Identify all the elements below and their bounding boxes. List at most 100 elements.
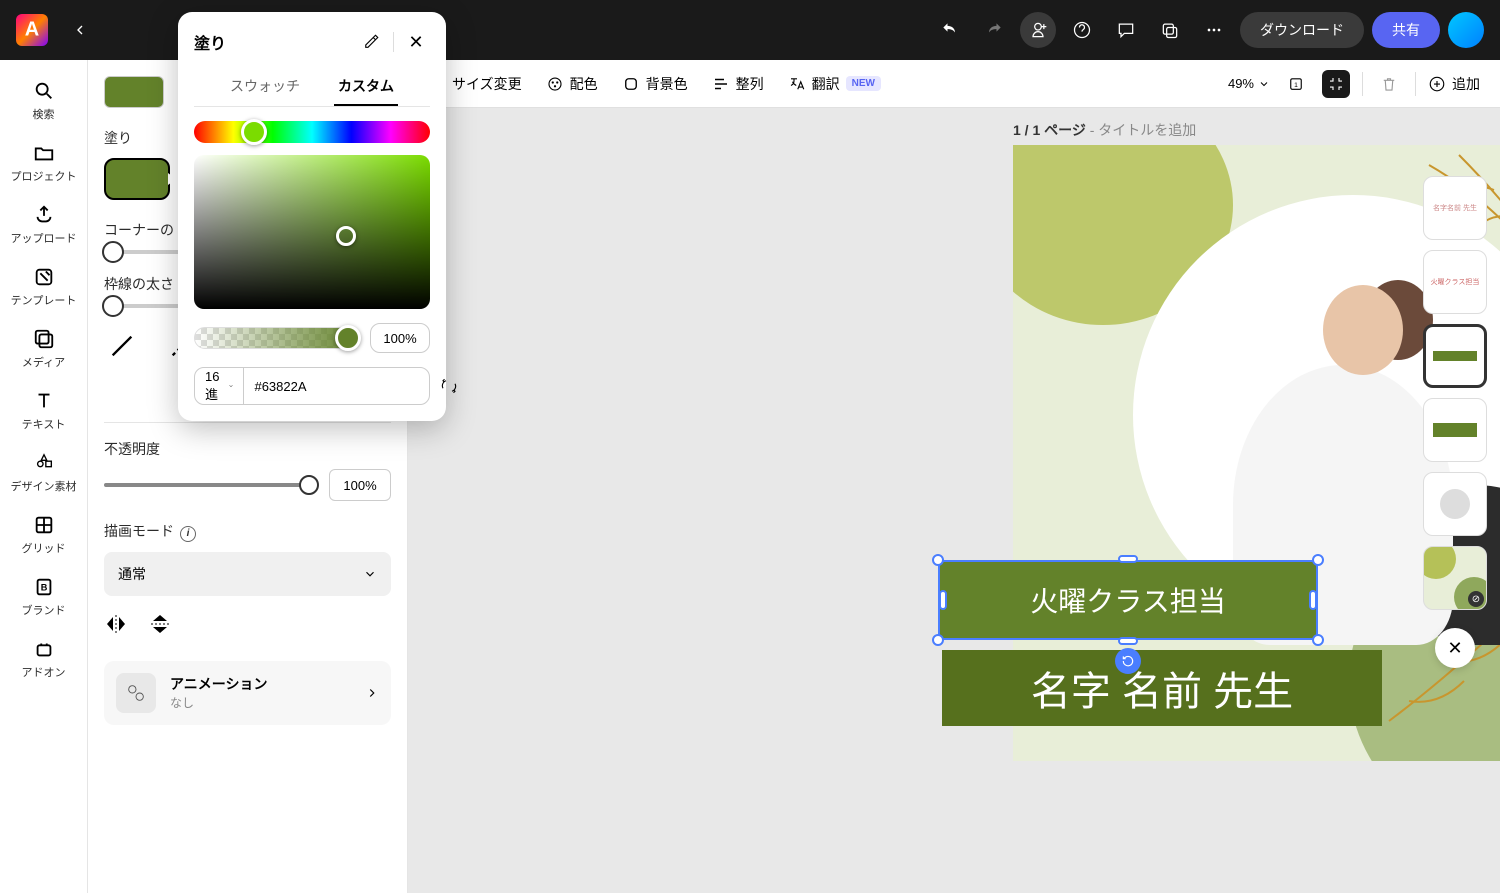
canvas-area[interactable]: サイズ変更 配色 背景色 整列 翻訳NEW 49% 1 追加 1 / 1 ページ… [408, 60, 1500, 893]
invite-button[interactable] [1020, 12, 1056, 48]
flip-vertical-button[interactable] [148, 612, 172, 641]
rail-media[interactable]: メディア [6, 320, 82, 378]
sv-thumb[interactable] [336, 226, 356, 246]
tab-custom[interactable]: カスタム [334, 68, 398, 106]
svg-text:1: 1 [1294, 82, 1298, 89]
flip-horizontal-button[interactable] [104, 612, 128, 641]
color-mode-select[interactable]: 16 進 [195, 368, 244, 404]
name-text: 名字 名前 先生 [1031, 659, 1293, 717]
delete-button[interactable] [1375, 70, 1403, 98]
close-button[interactable]: ✕ [402, 28, 430, 56]
resize-handle[interactable] [1312, 634, 1324, 646]
rail-label: デザイン素材 [11, 478, 77, 494]
blend-label: 描画モードi [104, 521, 391, 542]
resize-handle[interactable] [1312, 554, 1324, 566]
resize-handle[interactable] [939, 590, 947, 610]
layer-thumb[interactable]: 名字名前 先生 [1423, 176, 1487, 240]
share-button[interactable]: 共有 [1372, 12, 1440, 48]
align-button[interactable]: 整列 [712, 74, 764, 94]
fill-color-button[interactable] [104, 158, 170, 200]
rail-search[interactable]: 検索 [6, 72, 82, 130]
saturation-value-box[interactable] [194, 155, 430, 309]
rail-brand[interactable]: B ブランド [6, 568, 82, 626]
eyedropper-button[interactable] [357, 28, 385, 56]
add-page-button[interactable]: 追加 [1428, 74, 1480, 94]
rail-label: テキスト [22, 416, 66, 432]
chevron-down-icon [1258, 78, 1270, 90]
comment-button[interactable] [1108, 12, 1144, 48]
blend-value: 通常 [118, 564, 146, 584]
class-label-text: 火曜クラス担当 [1030, 580, 1225, 620]
rail-upload[interactable]: アップロード [6, 196, 82, 254]
layer-thumb-locked[interactable] [1423, 546, 1487, 610]
blend-select[interactable]: 通常 [104, 552, 391, 596]
recent-color-chip[interactable] [104, 76, 164, 108]
rail-elements[interactable]: デザイン素材 [6, 444, 82, 502]
stroke-solid-icon[interactable] [104, 328, 140, 364]
alpha-thumb[interactable] [335, 325, 361, 351]
tab-swatch[interactable]: スウォッチ [226, 68, 304, 106]
resize-handle[interactable] [932, 634, 944, 646]
page-view-button[interactable]: 1 [1282, 70, 1310, 98]
undo-button[interactable] [932, 12, 968, 48]
info-icon[interactable]: i [180, 526, 196, 542]
layer-thumb[interactable] [1423, 472, 1487, 536]
animation-sub: なし [170, 694, 351, 711]
rail-label: プロジェクト [11, 168, 77, 184]
rotate-handle[interactable] [1115, 648, 1141, 674]
zoom-control[interactable]: 49% [1228, 76, 1270, 91]
rail-label: アップロード [11, 230, 77, 246]
page-indicator[interactable]: 1 / 1 ページ - タイトルを追加 [1013, 120, 1196, 140]
opacity-slider[interactable] [104, 483, 317, 487]
rail-grid[interactable]: グリッド [6, 506, 82, 564]
rail-addon[interactable]: アドオン [6, 630, 82, 688]
layer-thumb-selected[interactable] [1423, 324, 1487, 388]
chevron-down-icon [363, 567, 377, 581]
alpha-value[interactable]: 100% [370, 323, 430, 353]
hex-input[interactable] [244, 379, 440, 394]
popup-title: 塗り [194, 30, 226, 54]
download-button[interactable]: ダウンロード [1240, 12, 1364, 48]
opacity-value[interactable]: 100% [329, 469, 391, 501]
resize-handle[interactable] [932, 554, 944, 566]
animation-icon [116, 673, 156, 713]
color-picker-popup: 塗り ✕ スウォッチ カスタム 100% 16 進 [178, 12, 446, 421]
swap-colors-button[interactable] [440, 377, 458, 395]
rail-label: ブランド [22, 602, 66, 618]
user-avatar[interactable] [1448, 12, 1484, 48]
translate-button[interactable]: 翻訳NEW [788, 74, 881, 94]
layer-thumb[interactable]: 火曜クラス担当 [1423, 250, 1487, 314]
colorize-button[interactable]: 配色 [546, 74, 598, 94]
close-layers-button[interactable]: ✕ [1435, 628, 1475, 668]
chevron-down-icon [228, 381, 234, 391]
resize-handle[interactable] [1309, 590, 1317, 610]
layers-rail: 名字名前 先生 火曜クラス担当 ✕ [1410, 168, 1500, 676]
svg-text:B: B [40, 583, 47, 593]
animation-row[interactable]: アニメーション なし [104, 661, 391, 725]
rail-text[interactable]: テキスト [6, 382, 82, 440]
hue-slider[interactable] [194, 121, 430, 143]
redo-button[interactable] [976, 12, 1012, 48]
app-logo[interactable] [16, 14, 48, 46]
layer-thumb[interactable] [1423, 398, 1487, 462]
rail-label: アドオン [22, 664, 66, 680]
back-button[interactable] [64, 14, 96, 46]
rail-template[interactable]: テンプレート [6, 258, 82, 316]
rail-project[interactable]: プロジェクト [6, 134, 82, 192]
fit-button[interactable] [1322, 70, 1350, 98]
rail-label: 検索 [33, 106, 55, 122]
hue-thumb[interactable] [241, 119, 267, 145]
resize-handle[interactable] [1118, 637, 1138, 645]
more-button[interactable] [1196, 12, 1232, 48]
selected-element[interactable]: 火曜クラス担当 [938, 560, 1318, 640]
present-button[interactable] [1152, 12, 1188, 48]
bgcolor-button[interactable]: 背景色 [622, 74, 688, 94]
alpha-slider[interactable] [194, 327, 360, 349]
help-button[interactable] [1064, 12, 1100, 48]
animation-title: アニメーション [170, 674, 351, 694]
left-rail: 検索 プロジェクト アップロード テンプレート メディア テキスト デザイン素材… [0, 60, 88, 893]
opacity-label: 不透明度 [104, 439, 391, 459]
context-toolbar: サイズ変更 配色 背景色 整列 翻訳NEW 49% 1 追加 [408, 60, 1500, 108]
resize-handle[interactable] [1118, 555, 1138, 563]
name-label[interactable]: 名字 名前 先生 [942, 650, 1382, 726]
